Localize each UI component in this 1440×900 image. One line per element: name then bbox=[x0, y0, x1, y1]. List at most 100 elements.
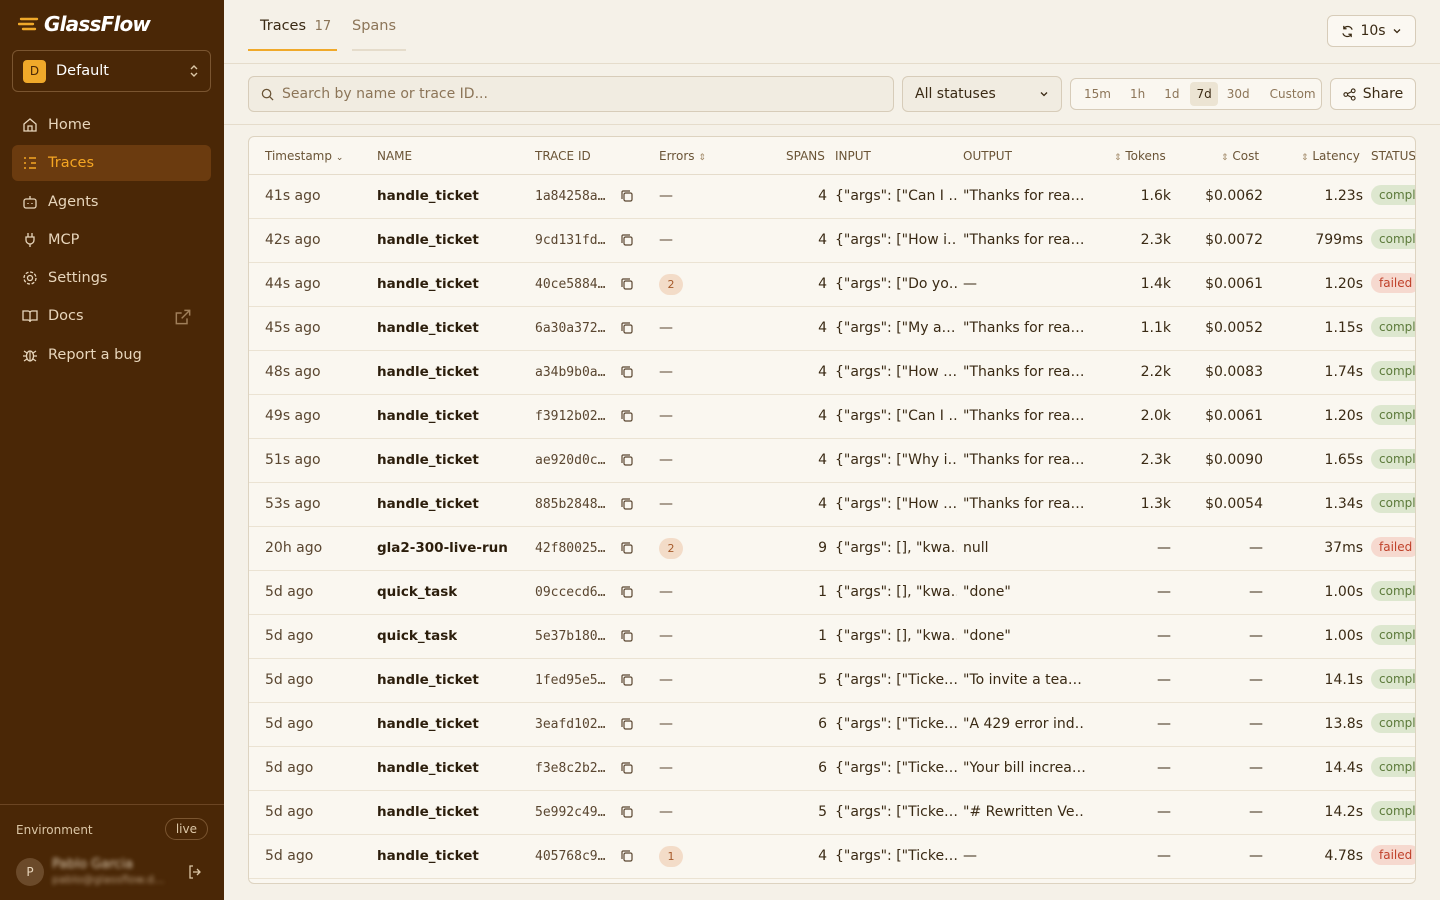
table-row[interactable]: 42s ago handle_ticket 9cd131fd… — 4 {"args": … bbox=[249, 219, 1415, 263]
tokens-cell: 2.3k bbox=[1140, 452, 1171, 468]
table-row[interactable]: 20h ago gla2-300-live-run 42f80025… 2 9 {"arg… bbox=[249, 527, 1415, 571]
tokens-cell: 1.3k bbox=[1140, 496, 1171, 512]
sidebar-item-docs[interactable]: Docs bbox=[12, 298, 211, 334]
sidebar: GlassFlow D Default Home Traces Agents M… bbox=[0, 0, 224, 900]
plug-icon bbox=[25, 232, 35, 247]
table-row[interactable]: 48s ago handle_ticket a34b9b0a… — 4 {"args": … bbox=[249, 351, 1415, 395]
chevron-down-icon bbox=[1040, 92, 1048, 97]
copy-icon[interactable] bbox=[620, 717, 634, 731]
cost-cell: — bbox=[1249, 628, 1263, 644]
col-timestamp[interactable]: Timestamp ⌄ bbox=[265, 149, 343, 163]
errors-cell: — bbox=[659, 408, 673, 424]
tokens-cell: 1.1k bbox=[1140, 320, 1171, 336]
table-row[interactable]: 51s ago handle_ticket ae920d0c… — 4 {"args": … bbox=[249, 439, 1415, 483]
search-input[interactable] bbox=[282, 86, 842, 102]
share-button[interactable]: Share bbox=[1330, 78, 1416, 110]
output-cell: "done" bbox=[963, 584, 1011, 600]
col-latency[interactable]: ⇕ Latency bbox=[1301, 149, 1360, 163]
sidebar-item-settings[interactable]: Settings bbox=[12, 260, 211, 296]
table-row[interactable]: 41s ago handle_ticket 1a84258a… — 4 {"args": … bbox=[249, 175, 1415, 219]
cost-cell: — bbox=[1249, 716, 1263, 732]
table-row[interactable]: 5d ago handle_ticket 5e992c49… — 5 {"args": [… bbox=[249, 791, 1415, 835]
logo-text: GlassFlow bbox=[44, 12, 151, 36]
trace-id-cell: 5e992c49… bbox=[535, 805, 606, 820]
sidebar-item-traces[interactable]: Traces bbox=[12, 145, 211, 182]
col-cost[interactable]: ⇕ Cost bbox=[1221, 149, 1259, 163]
sidebar-item-agents[interactable]: Agents bbox=[12, 184, 211, 220]
copy-icon[interactable] bbox=[620, 233, 634, 247]
table-row[interactable]: 5d ago handle_ticket 1fed95e5… — 5 {"args": [… bbox=[249, 659, 1415, 703]
copy-icon[interactable] bbox=[620, 541, 634, 555]
copy-icon[interactable] bbox=[620, 189, 634, 203]
table-row[interactable]: 44s ago handle_ticket 40ce5884… 2 4 {"args": … bbox=[249, 263, 1415, 307]
tokens-cell: — bbox=[1157, 584, 1171, 600]
table-row[interactable]: 49s ago handle_ticket f3912b02… — 4 {"args": … bbox=[249, 395, 1415, 439]
environment-panel: Environment live P Pablo Garcia pablo@gl… bbox=[0, 804, 224, 900]
copy-icon[interactable] bbox=[620, 761, 634, 775]
table-header: Timestamp ⌄ NAME TRACE ID Errors ⇕ SPANS… bbox=[249, 137, 1415, 175]
cost-cell: $0.0090 bbox=[1205, 452, 1263, 468]
copy-icon[interactable] bbox=[620, 849, 634, 863]
col-tokens[interactable]: ⇕ Tokens bbox=[1114, 149, 1166, 163]
name-cell: handle_ticket bbox=[377, 848, 479, 864]
workspace-selector[interactable]: D Default bbox=[12, 50, 211, 92]
tokens-cell: 1.4k bbox=[1140, 276, 1171, 292]
table-row[interactable]: 45s ago handle_ticket 6a30a372… — 4 {"args": … bbox=[249, 307, 1415, 351]
trace-id-cell: 405768c9… bbox=[535, 849, 606, 864]
refresh-interval-button[interactable]: 10s bbox=[1327, 15, 1416, 47]
table-row[interactable]: 5d ago quick_task 09ccecd6… — 1 {"args": [], … bbox=[249, 571, 1415, 615]
range-15m[interactable]: 15m bbox=[1078, 82, 1117, 106]
trace-id-cell: 1fed95e5… bbox=[535, 673, 606, 688]
range-custom[interactable]: Custom bbox=[1264, 82, 1322, 106]
copy-icon[interactable] bbox=[620, 805, 634, 819]
copy-icon[interactable] bbox=[620, 277, 634, 291]
cost-cell: $0.0083 bbox=[1205, 364, 1263, 380]
name-cell: handle_ticket bbox=[377, 232, 479, 248]
copy-icon[interactable] bbox=[620, 673, 634, 687]
copy-icon[interactable] bbox=[620, 585, 634, 599]
tokens-cell: — bbox=[1157, 628, 1171, 644]
range-7d[interactable]: 7d bbox=[1190, 82, 1218, 106]
name-cell: quick_task bbox=[377, 628, 458, 644]
status-filter-select[interactable]: All statuses bbox=[902, 76, 1062, 112]
sidebar-item-report-bug[interactable]: Report a bug bbox=[12, 337, 211, 373]
logout-icon[interactable] bbox=[188, 865, 202, 879]
tab-traces[interactable]: Traces 17 bbox=[248, 18, 337, 51]
trace-id-cell: 9cd131fd… bbox=[535, 233, 606, 248]
range-1h[interactable]: 1h bbox=[1124, 82, 1151, 106]
latency-cell: 14.4s bbox=[1324, 760, 1363, 776]
copy-icon[interactable] bbox=[620, 453, 634, 467]
col-errors[interactable]: Errors ⇕ bbox=[659, 149, 706, 163]
tokens-cell: — bbox=[1157, 716, 1171, 732]
errors-cell: — bbox=[659, 452, 673, 468]
errors-cell: — bbox=[659, 364, 673, 380]
spans-cell: 4 bbox=[818, 452, 827, 468]
table-row[interactable]: 5d ago handle_ticket 405768c9… 1 4 {"args": [… bbox=[249, 835, 1415, 879]
table-row[interactable]: 5d ago handle_ticket 3eafd102… — 6 {"args": [… bbox=[249, 703, 1415, 747]
copy-icon[interactable] bbox=[620, 497, 634, 511]
logo[interactable]: GlassFlow bbox=[18, 12, 151, 36]
user-name: Pablo Garcia bbox=[52, 857, 133, 872]
copy-icon[interactable] bbox=[620, 321, 634, 335]
spans-cell: 4 bbox=[818, 276, 827, 292]
environment-badge[interactable]: live bbox=[164, 818, 208, 840]
user-profile[interactable]: P Pablo Garcia pablo@glassflow.d... bbox=[16, 857, 164, 887]
status-badge: completed bbox=[1371, 449, 1415, 469]
trace-id-cell: 1a84258a… bbox=[535, 189, 606, 204]
tab-spans[interactable]: Spans bbox=[352, 18, 406, 51]
chevron-down-icon bbox=[1393, 29, 1401, 34]
sidebar-item-mcp[interactable]: MCP bbox=[12, 222, 211, 258]
copy-icon[interactable] bbox=[620, 365, 634, 379]
table-row[interactable]: 53s ago handle_ticket 885b2848… — 4 {"args": … bbox=[249, 483, 1415, 527]
copy-icon[interactable] bbox=[620, 409, 634, 423]
range-1d[interactable]: 1d bbox=[1158, 82, 1185, 106]
range-30d[interactable]: 30d bbox=[1221, 82, 1256, 106]
table-row[interactable]: 5d ago handle_ticket f3e8c2b2… — 6 {"args": [… bbox=[249, 747, 1415, 791]
share-icon bbox=[1343, 87, 1356, 101]
sidebar-item-home[interactable]: Home bbox=[12, 107, 211, 143]
table-row[interactable]: 5d ago quick_task 5e37b180… — 1 {"args": [], … bbox=[249, 615, 1415, 659]
copy-icon[interactable] bbox=[620, 629, 634, 643]
spans-cell: 6 bbox=[818, 716, 827, 732]
status-badge: failed bbox=[1371, 845, 1415, 865]
latency-cell: 1.15s bbox=[1324, 320, 1363, 336]
